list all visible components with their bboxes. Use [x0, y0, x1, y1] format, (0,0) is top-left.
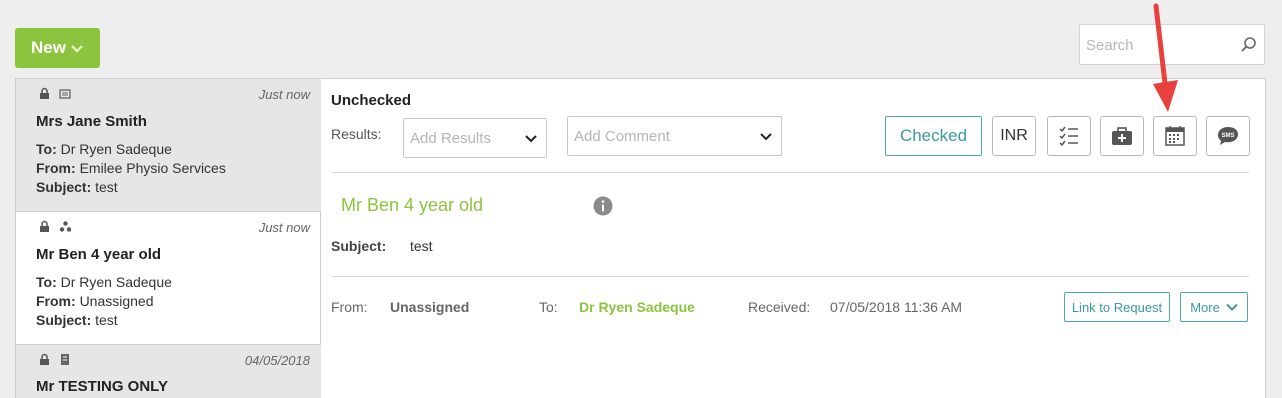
list-item[interactable]: 04/05/2018 Mr TESTING ONLY — [16, 345, 321, 398]
results-label: Results: — [331, 126, 382, 142]
svg-text:SMS: SMS — [1221, 133, 1234, 139]
document-type-icon — [59, 89, 71, 99]
results-dropdown[interactable]: Add Results — [403, 118, 547, 158]
to-label: To: — [539, 299, 558, 315]
patient-name-link[interactable]: Mr Ben 4 year old — [341, 195, 483, 216]
divider — [331, 276, 1249, 277]
chevron-down-icon — [1226, 303, 1238, 311]
lock-icon — [40, 353, 49, 365]
checked-button[interactable]: Checked — [885, 116, 982, 156]
patient-name: Mr TESTING ONLY — [36, 378, 168, 395]
message-time: 04/05/2018 — [244, 353, 310, 368]
calendar-button[interactable] — [1153, 116, 1197, 156]
subject-value: test — [410, 238, 433, 254]
to-value[interactable]: Dr Ryen Sadeque — [579, 299, 695, 315]
message-time: Just now — [258, 220, 310, 235]
received-value: 07/05/2018 11:36 AM — [830, 299, 963, 315]
medical-kit-icon — [1112, 127, 1132, 145]
results-placeholder: Add Results — [410, 130, 491, 147]
subject-line: Subject: test — [36, 179, 118, 195]
chevron-down-icon — [525, 135, 537, 143]
sms-button[interactable]: SMS — [1206, 116, 1250, 156]
from-value: Unassigned — [390, 299, 470, 315]
more-label: More — [1190, 299, 1220, 315]
comment-placeholder: Add Comment — [574, 128, 670, 145]
list-item[interactable]: Just now Mrs Jane Smith To: Dr Ryen Sade… — [16, 79, 321, 212]
from-line: From: Emilee Physio Services — [36, 160, 226, 176]
to-line: To: Dr Ryen Sadeque — [36, 141, 172, 157]
checklist-icon — [1059, 126, 1078, 147]
search-placeholder: Search — [1086, 37, 1134, 54]
patient-name: Mrs Jane Smith — [36, 113, 147, 130]
patient-name: Mr Ben 4 year old — [36, 246, 162, 263]
inbox-panel: Just now Mrs Jane Smith To: Dr Ryen Sade… — [15, 78, 1266, 398]
lock-icon — [40, 220, 49, 232]
pathology-icon — [61, 354, 69, 365]
message-detail: Unchecked Results: Add Results Add Comme… — [322, 79, 1266, 398]
sms-icon: SMS — [1218, 127, 1238, 145]
received-label: Received: — [748, 299, 811, 315]
chevron-down-icon — [760, 133, 772, 141]
lock-icon — [40, 87, 49, 99]
new-button-label: New — [31, 38, 66, 57]
link-to-request-button[interactable]: Link to Request — [1064, 292, 1170, 322]
chevron-down-icon — [71, 45, 83, 53]
checklist-button[interactable] — [1047, 116, 1091, 156]
message-time: Just now — [258, 87, 310, 102]
inr-button[interactable]: INR — [992, 116, 1036, 156]
red-pointer-arrow — [1153, 3, 1178, 112]
subject-line: Subject: test — [36, 312, 118, 328]
from-label: From: — [331, 299, 368, 315]
more-button[interactable]: More — [1180, 292, 1248, 322]
calendar-icon — [1165, 126, 1185, 146]
radiation-icon — [59, 221, 72, 232]
new-button[interactable]: New — [15, 28, 100, 68]
medical-kit-button[interactable] — [1100, 116, 1144, 156]
comment-dropdown[interactable]: Add Comment — [567, 116, 782, 156]
divider — [331, 172, 1249, 173]
to-line: To: Dr Ryen Sadeque — [36, 274, 172, 290]
subject-label: Subject: — [331, 238, 387, 254]
search-icon[interactable] — [1240, 36, 1258, 54]
list-item[interactable]: Just now Mr Ben 4 year old To: Dr Ryen S… — [16, 212, 321, 345]
from-line: From: Unassigned — [36, 293, 154, 309]
message-list: Just now Mrs Jane Smith To: Dr Ryen Sade… — [16, 79, 321, 398]
info-icon[interactable] — [593, 196, 613, 216]
check-status: Unchecked — [331, 92, 412, 109]
